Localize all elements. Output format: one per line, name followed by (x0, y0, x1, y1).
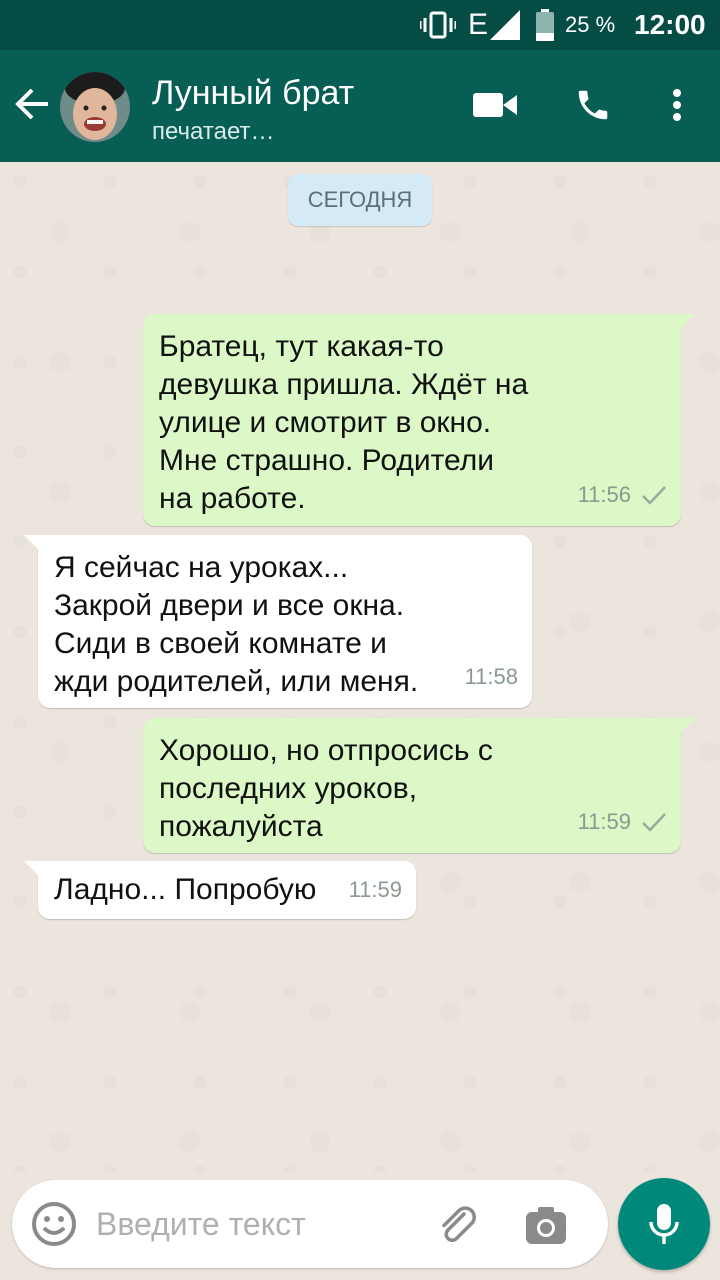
message-meta: 11:59 (578, 803, 667, 841)
message-meta: 11:56 (578, 476, 667, 514)
back-arrow-icon[interactable] (10, 82, 54, 126)
incoming-message[interactable]: Я сейчас на уроках... Закрой двери и все… (24, 535, 532, 708)
outgoing-message[interactable]: Братец, тут какая-то девушка пришла. Ждё… (143, 314, 695, 526)
message-meta: 11:58 (465, 658, 518, 696)
message-input[interactable]: Введите текст (96, 1206, 306, 1243)
message-text: Хорошо, но отпросись с последних уроков,… (159, 734, 493, 843)
camera-icon[interactable] (522, 1202, 570, 1250)
message-meta: 11:59 (349, 871, 402, 909)
message-text: Братец, тут какая-то девушка пришла. Ждё… (159, 330, 529, 515)
microphone-icon (649, 1204, 679, 1244)
message-time: 11:59 (348, 877, 402, 902)
message-text: Ладно... Попробую (54, 873, 317, 906)
date-divider: СЕГОДНЯ (288, 174, 432, 226)
clock: 12:00 (634, 9, 706, 40)
paperclip-icon[interactable] (434, 1200, 482, 1248)
phone-call-icon[interactable] (568, 78, 618, 132)
message-list[interactable]: СЕГОДНЯ Братец, тут какая-то девушка при… (0, 162, 720, 1172)
message-time: 11:58 (464, 664, 518, 689)
emoji-icon[interactable] (30, 1200, 78, 1248)
voice-message-button[interactable] (618, 1178, 710, 1270)
chat-header: Лунный брат печатает… (0, 50, 720, 162)
incoming-message[interactable]: Ладно... Попробую 11:59 (24, 861, 416, 919)
sent-check-icon (642, 813, 666, 832)
sent-check-icon (642, 486, 666, 505)
message-time: 11:59 (577, 809, 631, 834)
more-options-icon[interactable] (652, 78, 702, 132)
message-composer[interactable]: Введите текст (12, 1180, 608, 1268)
message-text: Я сейчас на уроках... Закрой двери и все… (54, 551, 419, 698)
avatar[interactable] (60, 72, 130, 142)
typing-status: печатает… (152, 118, 275, 145)
battery-icon (535, 0, 555, 50)
signal-icon (490, 0, 520, 50)
outgoing-message[interactable]: Хорошо, но отпросись с последних уроков,… (143, 718, 695, 853)
network-type: E (468, 8, 489, 41)
status-bar: E 25 % 12:00 (0, 0, 720, 50)
message-time: 11:56 (577, 482, 631, 507)
video-call-icon[interactable] (470, 78, 520, 132)
vibrate-icon (420, 0, 456, 50)
contact-name[interactable]: Лунный брат (152, 74, 354, 113)
battery-percent: 25 % (565, 12, 616, 37)
